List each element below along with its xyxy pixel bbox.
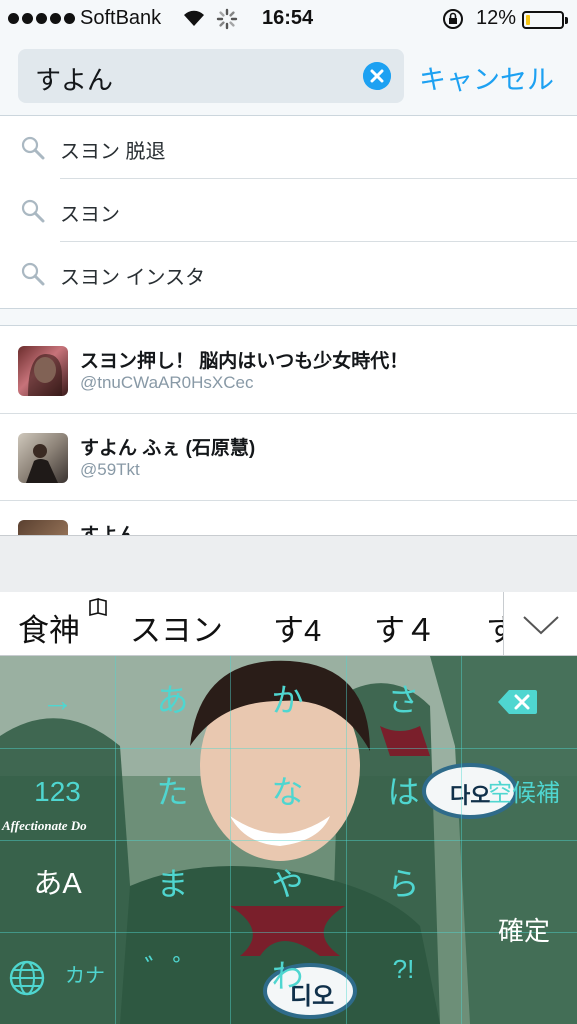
carrier-name: SoftBank bbox=[80, 7, 162, 29]
key-wa[interactable]: わ bbox=[250, 960, 325, 992]
user-handle: @59Tkt bbox=[80, 460, 140, 479]
conversion-candidates-bar: 食神 スヨン す4 す４ す bbox=[0, 592, 577, 656]
search-query[interactable]: すよん bbox=[35, 60, 113, 97]
section-divider bbox=[0, 308, 577, 326]
battery-percent: 12% bbox=[476, 7, 517, 29]
key-ha[interactable]: は bbox=[366, 776, 441, 808]
suggestion-text: スヨン 脱退 bbox=[60, 141, 166, 163]
user-handle: @tnuCWaAR0HsXCec bbox=[80, 373, 254, 392]
search-icon bbox=[21, 262, 45, 286]
user-display-name: スヨン押し！ 脳内はいつも少女時代！ bbox=[80, 351, 409, 372]
search-icon bbox=[21, 136, 45, 160]
key-na[interactable]: な bbox=[250, 776, 325, 808]
search-icon bbox=[21, 199, 45, 223]
user-display-name: すよん ふぇ (石原慧) bbox=[80, 438, 256, 459]
overlay-watermark: Affectionate Do bbox=[2, 818, 87, 833]
suggestion-text: スヨン インスタ bbox=[60, 267, 206, 289]
wifi-icon bbox=[184, 10, 204, 26]
expand-candidates-button[interactable] bbox=[503, 592, 577, 655]
suggestion-text: スヨン bbox=[60, 204, 120, 226]
candidate-item[interactable]: 食神 bbox=[18, 605, 80, 650]
status-bar: SoftBank 16:54 12% bbox=[0, 0, 577, 38]
globe-icon[interactable] bbox=[8, 959, 46, 997]
key-ya[interactable]: や bbox=[250, 868, 325, 900]
avatar[interactable] bbox=[18, 346, 68, 396]
signal-strength-icon bbox=[8, 13, 75, 24]
user-display-name: すよん bbox=[80, 520, 137, 535]
chevron-down-icon bbox=[523, 616, 559, 635]
key-ka[interactable]: か bbox=[250, 684, 325, 716]
search-input[interactable]: すよん bbox=[18, 49, 404, 103]
cursor-right-key[interactable]: → bbox=[20, 684, 95, 716]
candidate-item[interactable]: す４ bbox=[374, 605, 436, 650]
key-ta[interactable]: た bbox=[135, 776, 210, 808]
backspace-key[interactable] bbox=[497, 688, 539, 721]
punctuation-key[interactable]: ?! bbox=[366, 956, 441, 982]
activity-spinner-icon bbox=[216, 8, 238, 30]
rotation-lock-icon bbox=[443, 9, 463, 29]
user-result-row[interactable]: スヨン押し！ 脳内はいつも少女時代！ @tnuCWaAR0HsXCec bbox=[0, 327, 577, 414]
dictionary-icon bbox=[89, 597, 107, 617]
next-candidate-key[interactable]: 空候補 bbox=[474, 782, 574, 806]
numbers-mode-key[interactable]: 123 bbox=[20, 778, 95, 806]
candidate-item[interactable]: スヨン bbox=[130, 605, 223, 650]
key-a[interactable]: あ bbox=[135, 684, 210, 716]
battery-fill bbox=[526, 15, 530, 25]
suggestion-item[interactable]: スヨン インスタ bbox=[0, 243, 577, 305]
battery-icon bbox=[522, 11, 568, 29]
dakuten-key[interactable]: ゛゜ bbox=[135, 956, 210, 984]
avatar[interactable] bbox=[18, 433, 68, 483]
kana-key[interactable]: カナ bbox=[60, 966, 110, 986]
cancel-button[interactable]: キャンセル bbox=[419, 58, 554, 97]
confirm-key[interactable]: 確定 bbox=[474, 918, 574, 944]
user-result-row[interactable]: すよん bbox=[0, 501, 577, 535]
status-time: 16:54 bbox=[262, 7, 314, 29]
key-sa[interactable]: さ bbox=[366, 684, 441, 716]
clear-search-icon[interactable] bbox=[363, 62, 391, 90]
backspace-icon bbox=[498, 690, 537, 714]
input-mode-key[interactable]: あA bbox=[20, 870, 95, 899]
user-result-row[interactable]: すよん ふぇ (石原慧) @59Tkt bbox=[0, 414, 577, 501]
search-header: すよん キャンセル bbox=[0, 38, 577, 116]
suggestion-item[interactable]: スヨン 脱退 bbox=[0, 117, 577, 179]
avatar[interactable] bbox=[18, 520, 68, 535]
candidate-item[interactable]: す4 bbox=[273, 605, 321, 650]
flick-keyboard: 디오 다오 Affectionate Do → あ か さ 123 た な は … bbox=[0, 656, 577, 1024]
keyboard-top-area bbox=[0, 535, 577, 592]
key-ma[interactable]: ま bbox=[135, 868, 210, 900]
suggestion-item[interactable]: スヨン bbox=[0, 180, 577, 242]
key-ra[interactable]: ら bbox=[366, 868, 441, 900]
